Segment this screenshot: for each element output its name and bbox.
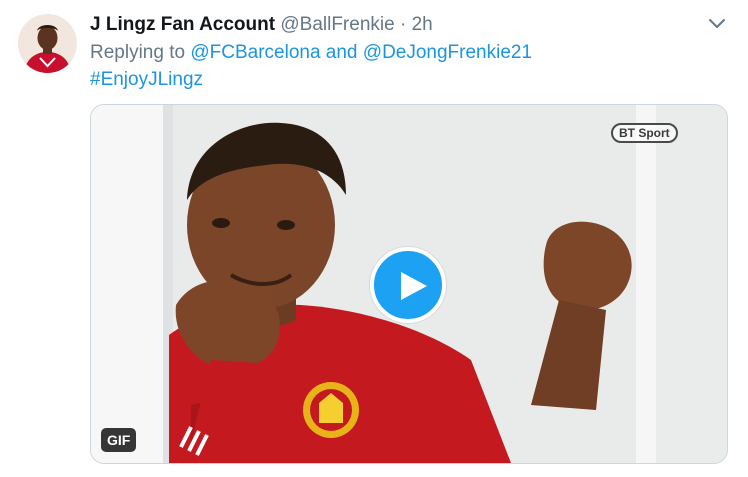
replying-to-label: Replying to xyxy=(90,42,191,63)
tweet-header: J Lingz Fan Account @BallFrenkie · 2h xyxy=(90,13,433,37)
display-name[interactable]: J Lingz Fan Account xyxy=(90,14,275,35)
hashtag-link[interactable]: #EnjoyJLingz xyxy=(90,68,203,92)
user-handle[interactable]: @BallFrenkie xyxy=(280,14,394,35)
gif-badge: GIF xyxy=(101,428,137,452)
separator-dot: · xyxy=(399,14,407,35)
play-icon xyxy=(401,272,427,300)
replying-to-line: Replying to @FCBarcelona and @DeJongFren… xyxy=(90,41,532,65)
mention-fcbarcelona[interactable]: @FCBarcelona xyxy=(190,42,320,63)
bt-sport-watermark: BT Sport xyxy=(611,123,678,143)
tweet[interactable]: J Lingz Fan Account @BallFrenkie · 2h Re… xyxy=(0,0,748,477)
avatar-image xyxy=(18,14,77,73)
chevron-down-icon[interactable] xyxy=(707,16,727,32)
mention-conjunction[interactable]: and xyxy=(321,42,363,63)
profile-avatar[interactable] xyxy=(18,14,77,73)
gif-media[interactable]: BT Sport GIF xyxy=(90,104,728,464)
timestamp[interactable]: 2h xyxy=(412,14,433,35)
play-button[interactable] xyxy=(370,247,446,323)
mention-dejongfrenkie21[interactable]: @DeJongFrenkie21 xyxy=(363,42,532,63)
